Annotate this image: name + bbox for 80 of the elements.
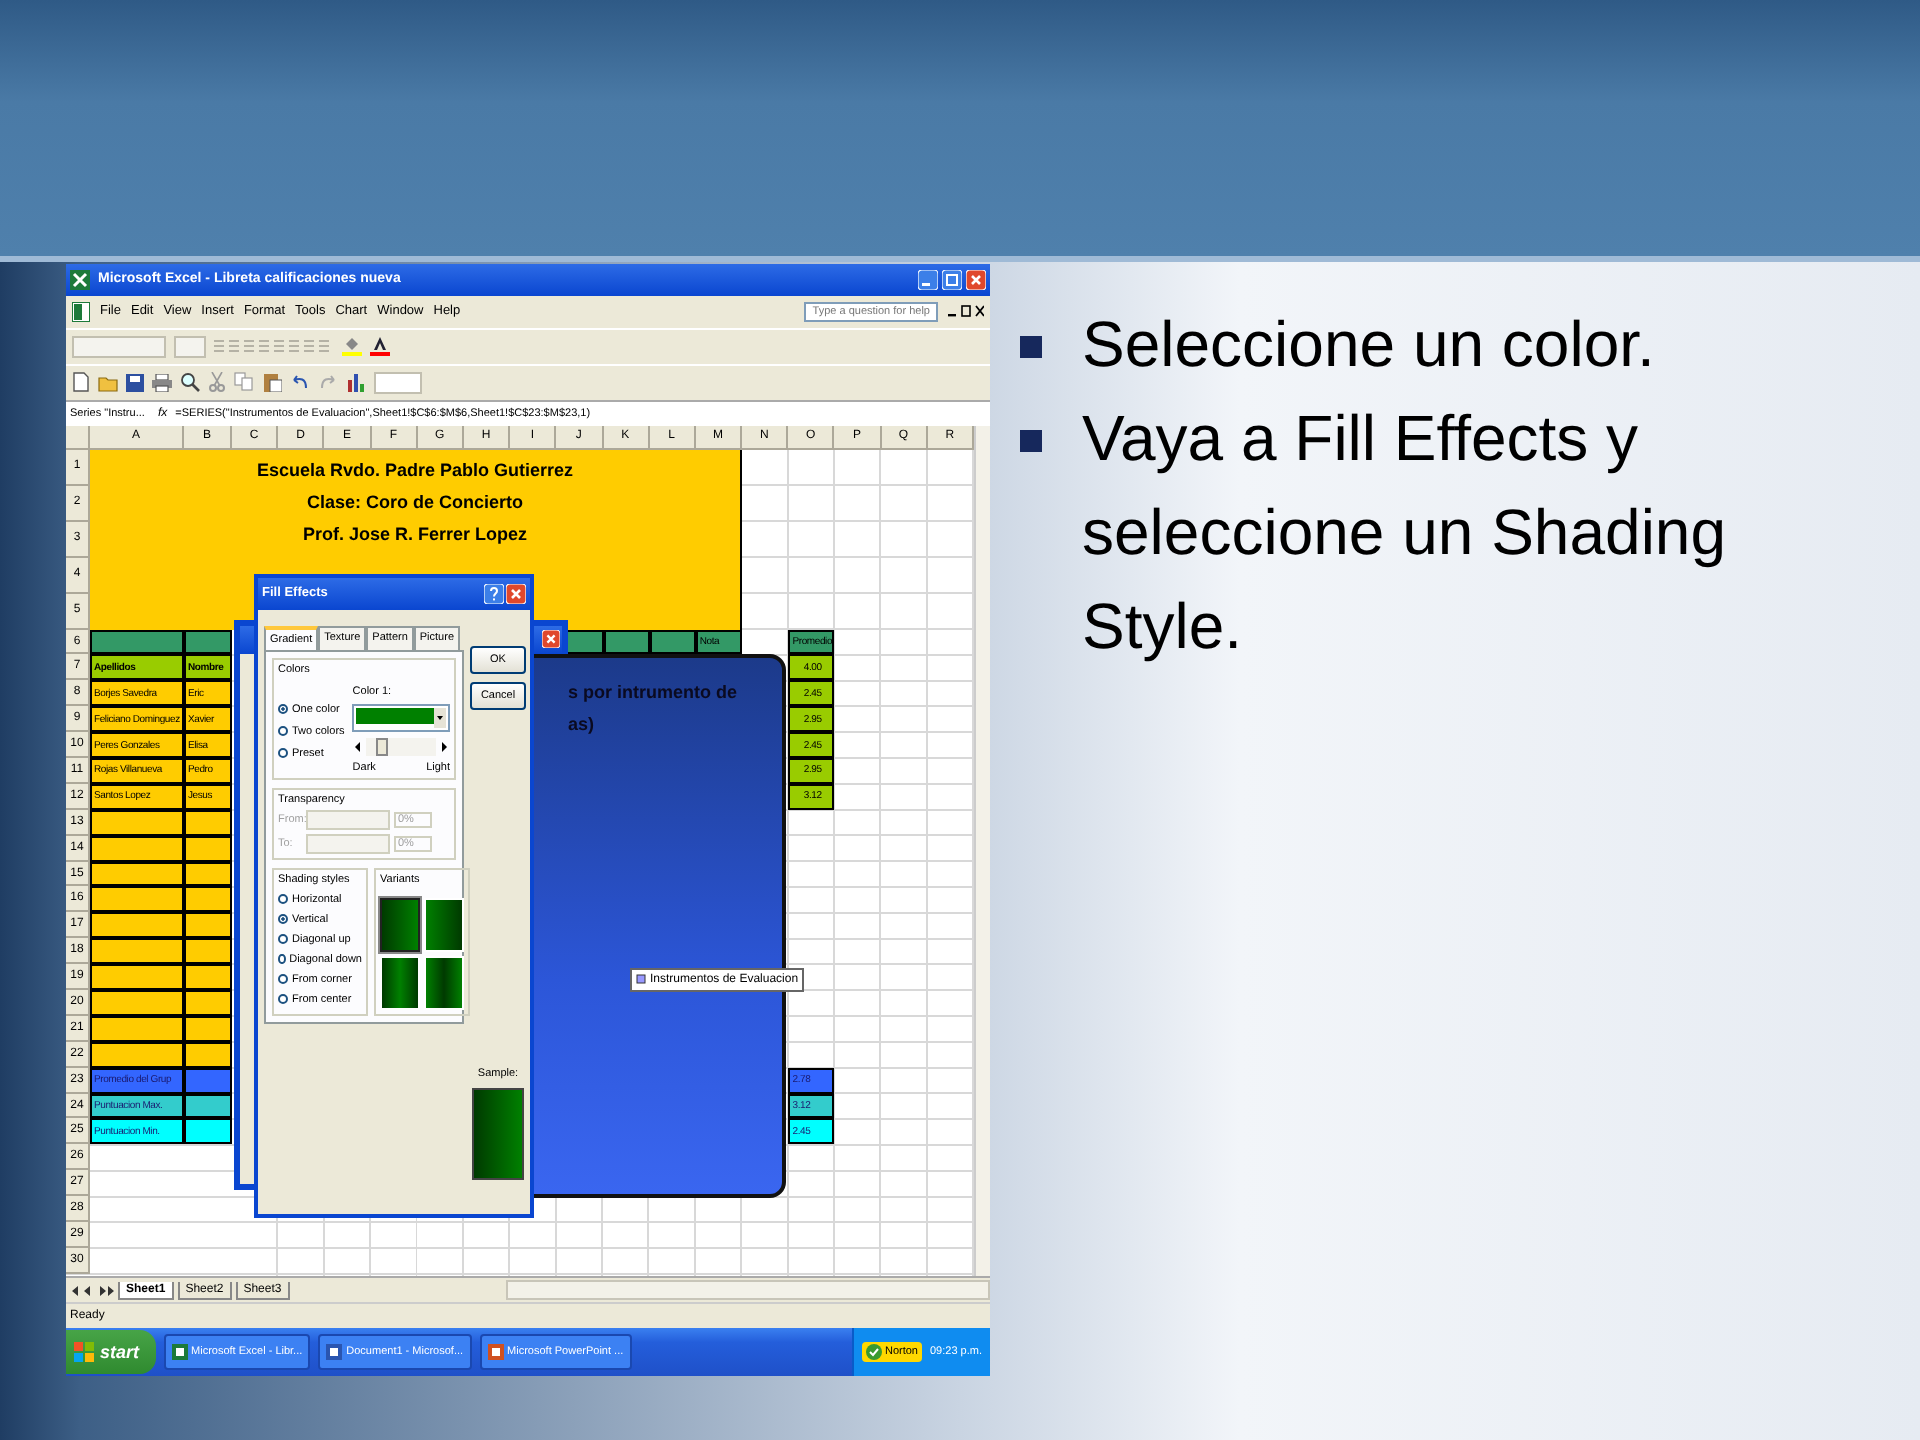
spreadsheet-app-icon xyxy=(70,269,90,290)
radio-button[interactable] xyxy=(278,954,286,965)
spreadsheet-cell xyxy=(90,835,184,862)
bullet-icon xyxy=(1020,336,1042,358)
spreadsheet-cell xyxy=(90,1015,184,1042)
spreadsheet-cell xyxy=(184,938,232,965)
spreadsheet-cell xyxy=(184,809,232,836)
font-name-field[interactable] xyxy=(72,335,166,358)
close-icon[interactable] xyxy=(542,630,560,649)
gradient-sample xyxy=(472,1087,524,1180)
app-icon xyxy=(487,1344,504,1361)
chart-title: as) xyxy=(568,713,597,734)
new-file-icon[interactable] xyxy=(72,372,90,393)
spreadsheet-cell xyxy=(90,861,184,887)
print-preview-icon[interactable] xyxy=(180,372,200,393)
zoom-field[interactable] xyxy=(374,371,422,394)
minimize-icon[interactable] xyxy=(918,269,938,290)
radio-button[interactable] xyxy=(278,748,288,759)
title-line: Escuela Rvdo. Padre Pablo Gutierrez xyxy=(257,459,574,480)
print-icon[interactable] xyxy=(152,373,172,392)
bullet-text: Seleccione un color. xyxy=(1082,306,1657,384)
vertical-scrollbar[interactable] xyxy=(974,425,990,1277)
spreadsheet-cell xyxy=(90,1041,184,1068)
bullet-text: Vaya a Fill Effects y seleccione un Shading Style. xyxy=(1082,400,1729,666)
radio-button[interactable] xyxy=(278,726,288,737)
checkmark-icon xyxy=(866,1344,883,1361)
spreadsheet-cell xyxy=(184,1041,232,1068)
chart-title: s por intrumento de xyxy=(568,681,738,702)
start-button[interactable]: start xyxy=(66,1330,156,1375)
spreadsheet-cell xyxy=(184,861,232,887)
spreadsheet-cell xyxy=(90,990,184,1016)
color-dropdown[interactable] xyxy=(352,703,450,732)
left-arrow-icon[interactable] xyxy=(352,737,365,756)
spreadsheet-cell xyxy=(184,1118,232,1145)
spreadsheet-cell xyxy=(184,1015,232,1042)
radio-button[interactable] xyxy=(278,994,288,1005)
spreadsheet-cell xyxy=(184,990,232,1016)
bullet-icon xyxy=(1020,430,1042,452)
spreadsheet-cell xyxy=(90,964,184,991)
font-size-field[interactable] xyxy=(174,335,206,358)
font-color-icon[interactable] xyxy=(370,336,390,357)
spreadsheet-cell xyxy=(184,912,232,939)
spreadsheet-cell xyxy=(90,938,184,965)
spreadsheet-cell xyxy=(184,964,232,991)
paste-icon[interactable] xyxy=(262,372,282,393)
help-icon[interactable] xyxy=(484,583,504,604)
spreadsheet-cell xyxy=(184,1067,232,1094)
radio-button[interactable] xyxy=(278,974,288,985)
close-icon[interactable] xyxy=(506,583,526,604)
spreadsheet-cell xyxy=(184,1093,232,1119)
horizontal-scrollbar[interactable] xyxy=(506,1280,990,1301)
app-icon xyxy=(171,1344,188,1361)
workbook-icon xyxy=(72,301,90,322)
save-icon[interactable] xyxy=(126,373,144,392)
close-icon[interactable] xyxy=(966,269,986,290)
shade-slider[interactable] xyxy=(352,737,450,756)
window-controls-icon[interactable] xyxy=(948,303,984,320)
slider-thumb[interactable] xyxy=(375,737,388,756)
fill-bucket-icon[interactable] xyxy=(342,336,362,357)
sheet-navigation-icon[interactable] xyxy=(70,1283,114,1298)
spreadsheet-cell xyxy=(90,912,184,939)
windows-logo-icon xyxy=(74,1342,94,1363)
folder-icon[interactable] xyxy=(98,373,118,392)
radio-button[interactable] xyxy=(278,934,288,945)
title-line: Prof. Jose R. Ferrer Lopez xyxy=(303,523,528,544)
radio-button[interactable] xyxy=(278,914,288,925)
alignment-icons-drawing xyxy=(214,336,334,357)
radio-button[interactable] xyxy=(278,894,288,905)
bar-chart-icon[interactable] xyxy=(346,372,366,393)
spreadsheet-cell xyxy=(184,835,232,862)
app-icon xyxy=(326,1344,343,1361)
undo-icon[interactable] xyxy=(290,374,310,391)
spreadsheet-cell xyxy=(184,886,232,913)
spreadsheet-cell xyxy=(90,809,184,836)
legend-swatch-icon xyxy=(636,974,646,985)
title-line: Clase: Coro de Concierto xyxy=(307,491,524,512)
spreadsheet-cell xyxy=(90,886,184,913)
maximize-icon[interactable] xyxy=(942,269,962,290)
right-arrow-icon[interactable] xyxy=(438,737,450,756)
radio-button[interactable] xyxy=(278,704,288,715)
